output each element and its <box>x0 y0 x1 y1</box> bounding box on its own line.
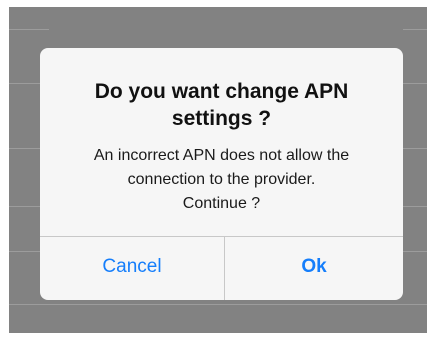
list-divider <box>403 83 427 84</box>
dialog-button-row: Cancel Ok <box>40 236 403 300</box>
list-divider <box>9 29 49 30</box>
cancel-button[interactable]: Cancel <box>40 237 224 300</box>
ok-button[interactable]: Ok <box>225 237 403 300</box>
list-divider <box>403 148 427 149</box>
dialog-message-line: connection to the provider. <box>127 171 316 188</box>
dialog-title-line: Do you want change APN <box>94 80 349 103</box>
list-divider <box>9 304 427 305</box>
list-divider <box>403 29 427 30</box>
dialog-message-line: An incorrect APN does not allow the <box>93 147 350 164</box>
dimmed-background: Do you want change APN settings ? An inc… <box>9 7 427 333</box>
dialog-message-line: Continue ? <box>182 195 261 212</box>
dialog-title: Do you want change APN settings ? <box>50 78 393 132</box>
list-divider <box>403 206 427 207</box>
list-divider <box>403 251 427 252</box>
dialog-title-line: settings ? <box>171 107 272 130</box>
dialog-message: An incorrect APN does not allow the conn… <box>50 144 393 216</box>
dialog-content: Do you want change APN settings ? An inc… <box>40 48 403 236</box>
alert-dialog: Do you want change APN settings ? An inc… <box>40 48 403 300</box>
